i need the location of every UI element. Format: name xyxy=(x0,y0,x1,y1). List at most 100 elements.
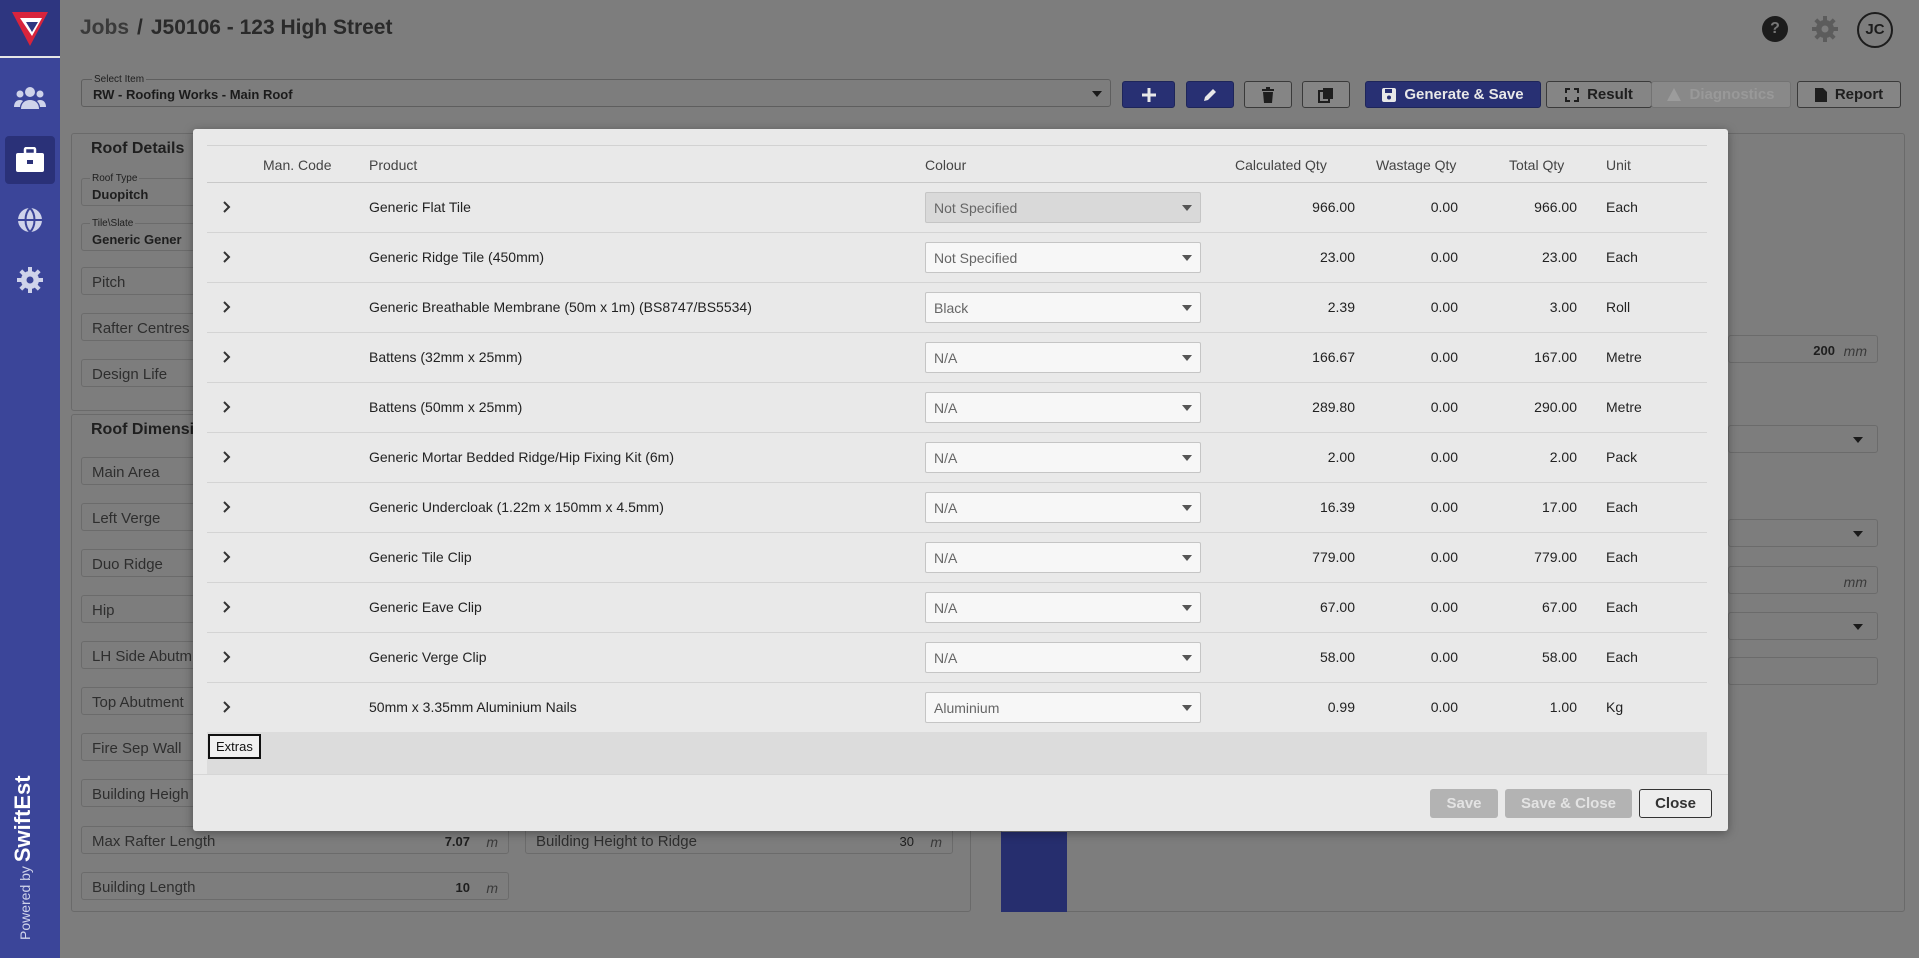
sidebar-item-contacts[interactable] xyxy=(5,74,55,122)
chevron-right-icon[interactable] xyxy=(218,549,234,565)
chevron-right-icon[interactable] xyxy=(218,599,234,615)
expand-icon xyxy=(1565,87,1580,102)
extras-button[interactable]: Extras xyxy=(208,734,261,759)
colour-select[interactable]: N/A xyxy=(925,442,1201,473)
unit: Metre xyxy=(1606,349,1642,365)
total-qty: 167.00 xyxy=(1534,349,1577,365)
building-length-unit: m xyxy=(486,880,498,896)
colour-select[interactable]: N/A xyxy=(925,342,1201,373)
breadcrumb-separator: / xyxy=(137,16,143,39)
unit: Each xyxy=(1606,249,1638,265)
wastage-qty: 0.00 xyxy=(1430,449,1458,465)
app-logo[interactable] xyxy=(0,0,60,58)
col-unit: Unit xyxy=(1606,157,1631,173)
table-row: Generic Mortar Bedded Ridge/Hip Fixing K… xyxy=(207,433,1707,483)
pencil-icon xyxy=(1204,88,1216,101)
calculated-qty: 779.00 xyxy=(1312,549,1355,565)
breadcrumb-jobs[interactable]: Jobs xyxy=(80,16,129,39)
colour-select[interactable]: N/A xyxy=(925,492,1201,523)
total-qty: 3.00 xyxy=(1549,299,1577,315)
delete-item-button[interactable] xyxy=(1244,81,1292,108)
chevron-right-icon[interactable] xyxy=(218,699,234,715)
select-item-label: Select Item xyxy=(92,74,147,85)
help-button[interactable]: ? xyxy=(1762,16,1788,42)
unit: Each xyxy=(1606,649,1638,665)
right-select-2[interactable] xyxy=(1728,519,1878,547)
sidebar-item-web[interactable] xyxy=(5,196,55,244)
save-icon xyxy=(1382,87,1397,102)
chevron-right-icon[interactable] xyxy=(218,249,234,265)
user-avatar[interactable]: JC xyxy=(1857,12,1893,48)
colour-value: N/A xyxy=(934,650,958,666)
diagnostics-button[interactable]: Diagnostics xyxy=(1651,81,1791,108)
chevron-right-icon[interactable] xyxy=(218,449,234,465)
chevron-right-icon[interactable] xyxy=(218,499,234,515)
save-close-button[interactable]: Save & Close xyxy=(1505,789,1632,818)
building-height-ridge-value: 30 xyxy=(899,834,914,849)
select-item-dropdown[interactable]: Select Item RW - Roofing Works - Main Ro… xyxy=(81,74,1111,107)
product-name: Battens (32mm x 25mm) xyxy=(369,349,523,365)
result-button[interactable]: Result xyxy=(1546,81,1652,108)
chevron-right-icon[interactable] xyxy=(218,399,234,415)
report-button[interactable]: Report xyxy=(1797,81,1901,108)
close-button[interactable]: Close xyxy=(1639,789,1712,818)
colour-select[interactable]: Not Specified xyxy=(925,242,1201,273)
wastage-qty: 0.00 xyxy=(1430,599,1458,615)
table-row: Battens (50mm x 25mm) N/A 289.80 0.00 290.00… xyxy=(207,383,1707,433)
brand-name: SwiftEst xyxy=(10,775,35,863)
settings-button[interactable] xyxy=(1811,15,1839,43)
trash-icon xyxy=(1262,86,1274,103)
page-title: Jobs / J50106 - 123 High Street xyxy=(80,16,392,40)
question-icon: ? xyxy=(1770,20,1780,37)
colour-value: N/A xyxy=(934,350,958,366)
save-button[interactable]: Save xyxy=(1430,789,1498,818)
colour-value: Aluminium xyxy=(934,700,1000,716)
colour-value: N/A xyxy=(934,550,958,566)
building-length-field[interactable]: Building Length 10 m xyxy=(81,872,509,900)
colour-select[interactable]: N/A xyxy=(925,642,1201,673)
unit: Each xyxy=(1606,499,1638,515)
right-select-3[interactable] xyxy=(1728,612,1878,640)
colour-select[interactable]: N/A xyxy=(925,392,1201,423)
duo-ridge-label: Duo Ridge xyxy=(92,556,163,573)
wastage-qty: 0.00 xyxy=(1430,499,1458,515)
chevron-right-icon[interactable] xyxy=(218,649,234,665)
building-height-label: Building Heigh xyxy=(92,786,189,803)
globe-icon xyxy=(18,207,42,233)
copy-item-button[interactable] xyxy=(1302,81,1350,108)
colour-select[interactable]: N/A xyxy=(925,592,1201,623)
briefcase-icon xyxy=(16,147,44,172)
dimension-200-field[interactable]: 200 mm xyxy=(1728,335,1878,363)
add-item-button[interactable] xyxy=(1122,81,1175,108)
file-icon xyxy=(1814,87,1827,102)
right-select-1[interactable] xyxy=(1728,425,1878,453)
calculated-qty: 16.39 xyxy=(1319,499,1355,515)
chevron-down-icon xyxy=(1182,505,1192,511)
calculated-qty: 58.00 xyxy=(1319,649,1355,665)
colour-select[interactable]: Not Specified xyxy=(925,192,1201,223)
total-qty: 17.00 xyxy=(1541,499,1577,515)
edit-item-button[interactable] xyxy=(1186,81,1234,108)
sidebar-item-jobs[interactable] xyxy=(5,136,55,184)
chevron-right-icon[interactable] xyxy=(218,299,234,315)
table-row: 50mm x 3.35mm Aluminium Nails Aluminium 0.… xyxy=(207,683,1707,733)
total-qty: 290.00 xyxy=(1534,399,1577,415)
chevron-down-icon xyxy=(1182,705,1192,711)
chevron-right-icon[interactable] xyxy=(218,349,234,365)
sidebar-item-settings[interactable] xyxy=(5,256,55,304)
gear-icon xyxy=(1812,16,1838,42)
colour-select[interactable]: N/A xyxy=(925,542,1201,573)
design-life-label: Design Life xyxy=(92,366,168,383)
wastage-qty: 0.00 xyxy=(1430,549,1458,565)
chevron-down-icon xyxy=(1182,355,1192,361)
product-name: Generic Eave Clip xyxy=(369,599,482,615)
total-qty: 23.00 xyxy=(1541,249,1577,265)
right-field-4[interactable] xyxy=(1728,657,1878,685)
colour-select[interactable]: Aluminium xyxy=(925,692,1201,723)
right-mm-field[interactable]: mm xyxy=(1728,566,1878,594)
right-mm-unit: mm xyxy=(1843,574,1867,590)
generate-save-button[interactable]: Generate & Save xyxy=(1365,81,1541,108)
tile-slate-label: Tile\Slate xyxy=(90,218,136,229)
chevron-right-icon[interactable] xyxy=(218,199,234,215)
colour-select[interactable]: Black xyxy=(925,292,1201,323)
